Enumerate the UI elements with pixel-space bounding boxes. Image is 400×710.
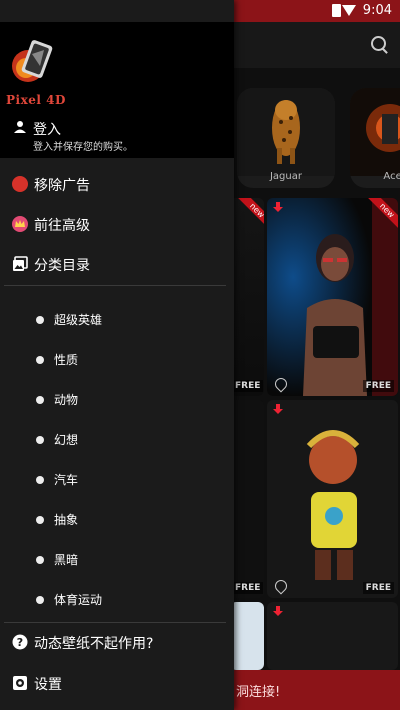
menu-label: 移除广告 (34, 178, 90, 194)
bullet-icon (36, 556, 44, 564)
person-icon (14, 121, 26, 133)
category-label: 汽车 (54, 473, 79, 487)
category-item[interactable]: 汽车 (0, 462, 234, 498)
bullet-icon (36, 516, 44, 524)
app-top-bar (234, 22, 400, 68)
bullet-icon (36, 316, 44, 324)
menu-label: 分类目录 (34, 258, 90, 274)
featured-card-ace[interactable]: Ace of (350, 88, 400, 188)
category-item[interactable]: 幻想 (0, 422, 234, 458)
featured-label-ace: Ace of (383, 171, 400, 182)
ace-thumbnail (350, 88, 400, 176)
svg-text:?: ? (17, 636, 23, 649)
divider (4, 622, 226, 623)
help-icon: ? (12, 634, 28, 650)
bullet-icon (36, 436, 44, 444)
bullet-icon (36, 396, 44, 404)
search-icon[interactable] (371, 36, 386, 51)
connection-toast: 洞连接! (234, 670, 400, 710)
wifi-icon (342, 5, 356, 16)
wallpaper-card[interactable] (267, 602, 398, 670)
free-badge: FREE (362, 380, 394, 392)
download-icon[interactable] (273, 404, 283, 414)
menu-help-live-wallpaper[interactable]: ? 动态壁纸不起作用? (0, 625, 234, 661)
free-badge: FREE (234, 380, 264, 392)
status-time: 9:04 (362, 3, 392, 18)
settings-icon (13, 676, 27, 690)
menu-label: 动态壁纸不起作用? (34, 636, 154, 652)
free-badge: FREE (234, 582, 264, 594)
wallpaper-card[interactable]: FREE (234, 400, 264, 598)
category-item[interactable]: 性质 (0, 342, 234, 378)
toast-text: 洞连接! (236, 685, 281, 700)
download-icon[interactable] (273, 202, 283, 212)
category-label: 黑暗 (54, 553, 79, 567)
app-logo-icon (12, 40, 53, 82)
status-bar-right: 9:04 (234, 0, 400, 22)
wallpaper-card-police[interactable]: new FREE (267, 198, 398, 396)
free-badge: FREE (362, 582, 394, 594)
menu-label: 前往高级 (34, 218, 90, 234)
divider (4, 285, 226, 286)
wallpaper-card[interactable]: FREE new (234, 198, 264, 396)
police-wallpaper-image (267, 198, 398, 396)
navigation-drawer: Pixel 4D 登入 登入并保存您的购买。 移除广告 前往高级 分类目录 超级… (0, 0, 234, 710)
category-item[interactable]: 黑暗 (0, 542, 234, 578)
category-item[interactable]: 超级英雄 (0, 302, 234, 338)
featured-card-jaguar[interactable]: Jaguar (237, 88, 335, 188)
bullet-icon (36, 476, 44, 484)
background-app: Jaguar Ace of FREE new FREE (234, 22, 400, 710)
featured-label-jaguar: Jaguar (269, 171, 302, 182)
bullet-icon (36, 596, 44, 604)
jaguar-thumbnail (237, 88, 335, 176)
category-label: 超级英雄 (54, 313, 103, 327)
menu-categories[interactable]: 分类目录 (0, 247, 234, 283)
drawer-header: Pixel 4D 登入 登入并保存您的购买。 (0, 22, 234, 158)
app-logo-text: Pixel 4D (6, 93, 66, 107)
remove-ads-icon (12, 176, 28, 192)
bullet-icon (36, 356, 44, 364)
cartoon-wallpaper-image (267, 400, 398, 598)
wallpaper-card[interactable] (234, 602, 264, 670)
category-label: 抽象 (54, 513, 79, 527)
category-item[interactable]: 动物 (0, 382, 234, 418)
menu-settings[interactable]: 设置 (0, 666, 234, 702)
category-label: 幻想 (54, 433, 79, 447)
category-label: 体育运动 (54, 593, 103, 607)
menu-label: 设置 (34, 677, 62, 693)
category-label: 动物 (54, 393, 79, 407)
wallpaper-card-cartoon[interactable]: FREE (267, 400, 398, 598)
menu-remove-ads[interactable]: 移除广告 (0, 167, 234, 203)
category-item[interactable]: 抽象 (0, 502, 234, 538)
login-subtitle: 登入并保存您的购买。 (33, 142, 133, 153)
premium-crown-icon (12, 216, 28, 232)
login-button[interactable]: 登入 (33, 119, 61, 139)
battery-icon (332, 4, 341, 17)
download-icon[interactable] (273, 606, 283, 616)
category-item[interactable]: 体育运动 (0, 582, 234, 618)
category-label: 性质 (54, 353, 79, 367)
menu-go-premium[interactable]: 前往高级 (0, 207, 234, 243)
gallery-icon (13, 256, 28, 271)
